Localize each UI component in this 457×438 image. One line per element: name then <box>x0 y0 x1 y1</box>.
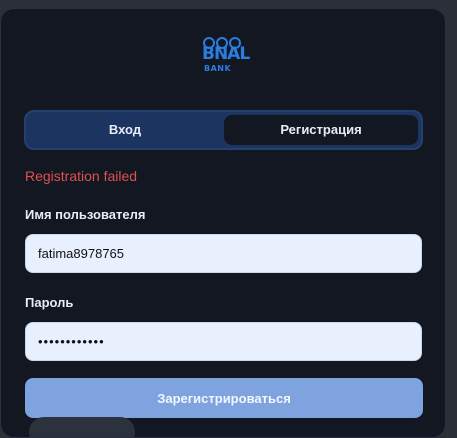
error-message: Registration failed <box>25 168 138 184</box>
auth-tabs: Вход Регистрация <box>24 110 423 150</box>
auth-card: BNAL BANK Вход Регистрация Registration … <box>0 8 446 438</box>
logo-sub-text: BANK <box>204 64 232 73</box>
bottom-element <box>29 417 135 437</box>
password-input[interactable] <box>25 322 422 361</box>
tab-register[interactable]: Регистрация <box>224 115 418 145</box>
bank-logo: BNAL BANK <box>201 35 250 75</box>
logo-brand-text: BNAL <box>202 44 250 64</box>
tab-login[interactable]: Вход <box>29 115 221 145</box>
username-label: Имя пользователя <box>25 207 146 222</box>
password-label: Пароль <box>25 295 74 310</box>
register-button[interactable]: Зарегистрироваться <box>25 378 423 418</box>
username-input[interactable] <box>25 234 422 273</box>
